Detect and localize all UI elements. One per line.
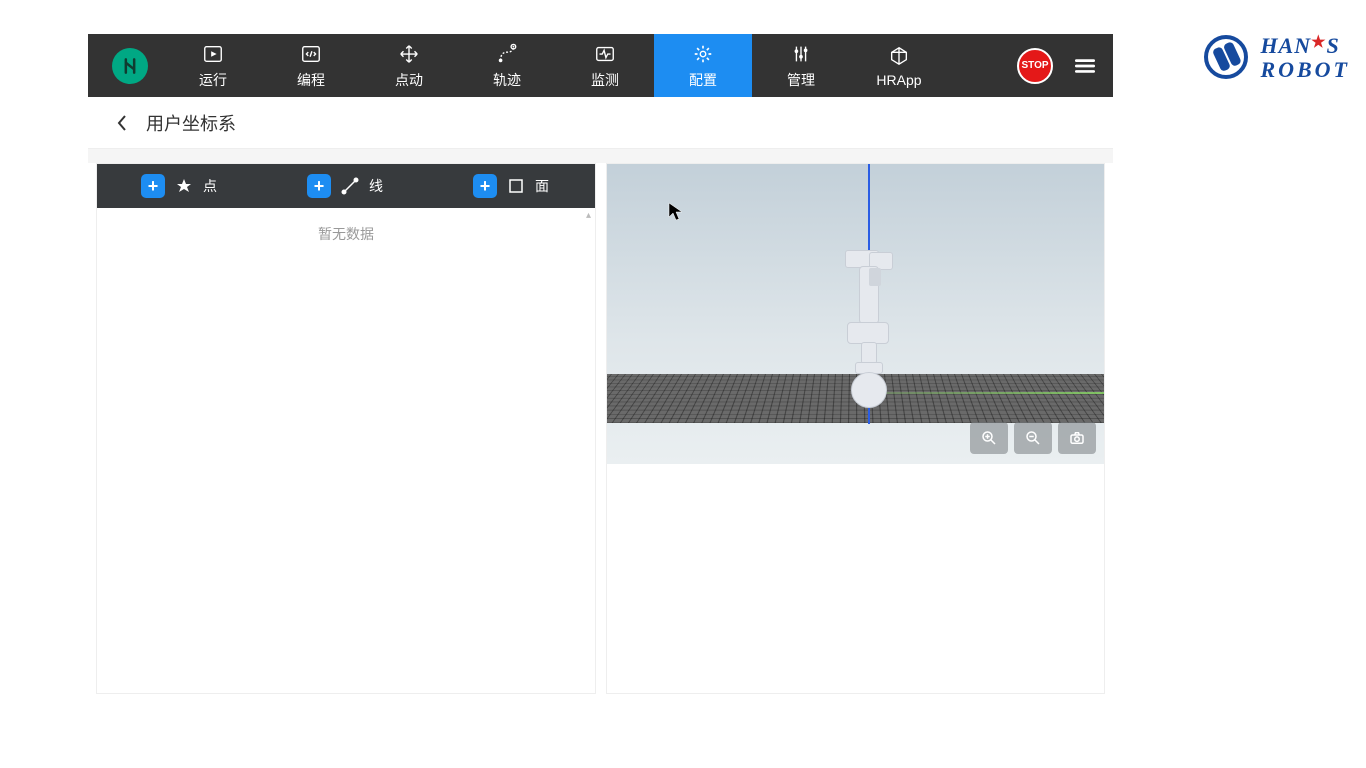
nav-label: 点动 [395, 70, 423, 90]
content-area: + 点 + 线 + [88, 163, 1113, 694]
nav-label: 编程 [297, 70, 325, 90]
hamburger-icon [1072, 53, 1098, 79]
star-icon: ★ [1311, 34, 1326, 51]
chevron-left-icon [116, 114, 128, 132]
move-icon [398, 42, 420, 66]
nav-label: 配置 [689, 70, 717, 90]
plane-shape-icon [507, 177, 525, 195]
add-plane-button[interactable]: + 面 [429, 174, 595, 198]
nav-trajectory[interactable]: 轨迹 [458, 34, 556, 97]
nav-label: 轨迹 [493, 70, 521, 90]
empty-state-text: 暂无数据 [97, 208, 595, 260]
nav-manage[interactable]: 管理 [752, 34, 850, 97]
right-blank-area [607, 464, 1104, 693]
nav-program[interactable]: 编程 [262, 34, 360, 97]
nav-config[interactable]: 配置 [654, 34, 752, 97]
zoom-out-button[interactable] [1014, 422, 1052, 454]
add-plane-label: 面 [535, 176, 549, 196]
zoom-out-icon [1024, 429, 1042, 447]
add-point-label: 点 [203, 176, 217, 196]
nav-jog[interactable]: 点动 [360, 34, 458, 97]
add-line-label: 线 [369, 176, 383, 196]
point-shape-icon [175, 177, 193, 195]
code-icon [300, 42, 322, 66]
manage-icon [790, 42, 812, 66]
plus-icon: + [307, 174, 331, 198]
plus-icon: + [141, 174, 165, 198]
nav-label: 运行 [199, 70, 227, 90]
brand-line2: ROBOT [1260, 58, 1350, 81]
page-subheader: 用户坐标系 [88, 97, 1113, 149]
scroll-up-icon: ▴ [586, 210, 591, 221]
zoom-in-icon [980, 429, 998, 447]
viewport-tools [970, 422, 1096, 454]
brand-watermark: HAN★S ROBOT [1204, 34, 1350, 81]
nav-monitor[interactable]: 监测 [556, 34, 654, 97]
robot-model [857, 164, 917, 424]
nav-run[interactable]: 运行 [164, 34, 262, 97]
play-icon [202, 42, 224, 66]
coordinate-list[interactable]: ▴ 暂无数据 [97, 208, 595, 693]
stop-label: STOP [1021, 60, 1048, 71]
app-logo-icon[interactable] [112, 48, 148, 84]
reset-view-button[interactable] [1058, 422, 1096, 454]
add-toolbar: + 点 + 线 + [97, 164, 595, 208]
brand-line1a: HAN [1260, 33, 1311, 58]
top-nav: 运行 编程 点动 轨迹 监测 [88, 34, 1113, 97]
robot-3d-viewport[interactable] [607, 164, 1104, 464]
camera-icon [1068, 429, 1086, 447]
path-icon [496, 42, 518, 66]
left-panel: + 点 + 线 + [96, 163, 596, 694]
monitor-icon [594, 42, 616, 66]
cursor-icon [668, 202, 684, 227]
app-icon [888, 44, 910, 68]
back-button[interactable] [108, 109, 136, 137]
brand-line1b: S [1326, 33, 1339, 58]
config-icon [692, 42, 714, 66]
nav-label: HRApp [876, 72, 921, 88]
separator [88, 149, 1113, 163]
add-point-button[interactable]: + 点 [97, 174, 263, 198]
nav-label: 监测 [591, 70, 619, 90]
add-line-button[interactable]: + 线 [263, 174, 429, 198]
nav-label: 管理 [787, 70, 815, 90]
right-panel [606, 163, 1105, 694]
app-window: 运行 编程 点动 轨迹 监测 [88, 34, 1113, 694]
zoom-in-button[interactable] [970, 422, 1008, 454]
stop-button[interactable]: STOP [1017, 48, 1053, 84]
plus-icon: + [473, 174, 497, 198]
line-shape-icon [341, 177, 359, 195]
nav-hrapp[interactable]: HRApp [850, 34, 948, 97]
page-title: 用户坐标系 [146, 110, 236, 136]
hamburger-menu-button[interactable] [1065, 46, 1105, 86]
brand-logo-icon [1204, 35, 1248, 79]
